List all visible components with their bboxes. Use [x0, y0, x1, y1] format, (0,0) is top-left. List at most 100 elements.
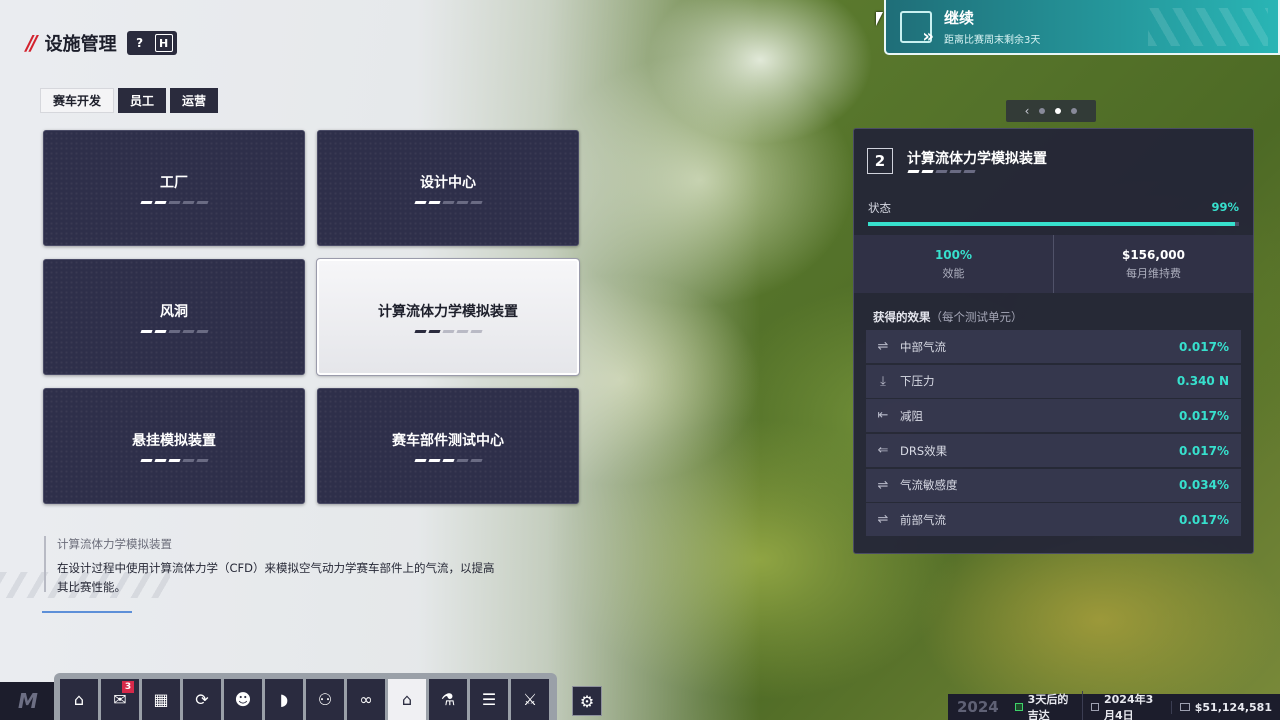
- help-button[interactable]: ?: [131, 34, 149, 52]
- continue-subtext: 距离比赛周末剩余3天: [944, 35, 1041, 46]
- dock-sponsor-button[interactable]: ⚔: [511, 679, 549, 720]
- facility-card[interactable]: 设计中心: [317, 130, 579, 246]
- mouse-cursor-icon: [876, 12, 883, 26]
- facility-card[interactable]: 悬挂模拟装置: [43, 388, 305, 504]
- level-pip-filled: [921, 170, 934, 173]
- level-pip-empty: [167, 201, 181, 204]
- status-progress-fill: [868, 222, 1236, 226]
- dock-scouting-button[interactable]: ∞: [347, 679, 385, 720]
- dock-track-button[interactable]: ⟳: [183, 679, 221, 720]
- current-date: 2024年3月4日: [1082, 691, 1171, 720]
- level-pip-empty: [441, 330, 455, 333]
- level-pip-filled: [413, 201, 427, 204]
- level-pip-filled: [139, 459, 153, 462]
- level-pip-empty: [963, 170, 976, 173]
- effects-list: ⇌ 中部气流 0.017% ⤓ 下压力 0.340 N ⇤ 减阻 0.017% ⇐ DRS效果 0.0…: [866, 330, 1241, 537]
- dock-home-button[interactable]: ⌂: [60, 679, 98, 720]
- category-tabs: 赛车开发 员工 运营: [40, 88, 219, 113]
- home-icon: ⌂: [73, 690, 85, 709]
- effects-heading: 获得的效果（每个测试单元）: [854, 309, 1253, 325]
- level-pip-empty: [469, 459, 483, 462]
- calendar-icon: ▦: [153, 690, 169, 709]
- pager-dot-3[interactable]: [1071, 108, 1078, 114]
- level-pip-filled: [153, 201, 167, 204]
- level-pip-empty: [181, 201, 195, 204]
- dock-driver-button[interactable]: ☻: [224, 679, 262, 720]
- facility-level-pips: [139, 201, 209, 204]
- level-pip-empty: [195, 201, 209, 204]
- facility-name: 设计中心: [420, 175, 476, 191]
- panel-pager: ‹: [1006, 100, 1096, 122]
- facility-card[interactable]: 赛车部件测试中心: [317, 388, 579, 504]
- effect-value: 0.017%: [1179, 408, 1229, 423]
- dock-finance-button[interactable]: ☰: [470, 679, 508, 720]
- continue-label: 继续: [944, 9, 975, 27]
- facility-name: 风洞: [160, 304, 188, 320]
- dock-mail-button[interactable]: ✉ 3: [101, 679, 139, 720]
- pager-prev-button[interactable]: ‹: [1025, 104, 1030, 118]
- dock-research-button[interactable]: ⚗: [429, 679, 467, 720]
- tab-operations[interactable]: 运营: [170, 88, 219, 113]
- level-pip-filled: [153, 459, 167, 462]
- panel-level-pips: [907, 170, 1253, 173]
- continue-arrows-decoration: [1148, 8, 1268, 46]
- level-pip-empty: [167, 330, 181, 333]
- facility-number-badge: 2: [867, 148, 893, 174]
- facility-level-pips: [139, 330, 209, 333]
- level-pip-empty: [181, 330, 195, 333]
- facility-name: 工厂: [160, 175, 188, 191]
- page-title: 设施管理: [44, 34, 117, 55]
- helmet-icon: ◗: [279, 690, 289, 709]
- efficiency-stat: 100% 效能: [854, 235, 1053, 293]
- level-pip-empty: [469, 201, 483, 204]
- description-underline: [42, 611, 132, 613]
- tab-car-development[interactable]: 赛车开发: [40, 88, 115, 113]
- effect-name: 中部气流: [900, 339, 946, 354]
- settings-button[interactable]: ⚙: [572, 686, 602, 716]
- team-balance-label: $51,124,581: [1194, 700, 1272, 714]
- page-header: // 设施管理 ? H: [26, 30, 177, 56]
- level-pip-empty: [935, 170, 948, 173]
- level-pip-filled: [167, 459, 181, 462]
- effect-row: ⇤ 减阻 0.017%: [866, 399, 1241, 433]
- effect-name: 下压力: [900, 374, 935, 389]
- header-keys: ? H: [126, 31, 177, 55]
- effect-row: ⇌ 中部气流 0.017%: [866, 330, 1241, 363]
- dock-facilities-button[interactable]: ⌂: [388, 679, 426, 720]
- pager-dot-2[interactable]: [1055, 108, 1062, 114]
- facility-card[interactable]: 风洞: [43, 259, 305, 375]
- effect-name: DRS效果: [900, 443, 948, 458]
- dock-calendar-button[interactable]: ▦: [142, 679, 180, 720]
- status-value: 99%: [1211, 200, 1239, 214]
- continue-button[interactable]: 继续 距离比赛周末剩余3天: [884, 0, 1280, 55]
- front-airflow-icon: ⇌: [877, 512, 889, 528]
- dock-staff-button[interactable]: ⚇: [306, 679, 344, 720]
- level-pip-empty: [455, 459, 469, 462]
- effect-value: 0.017%: [1179, 443, 1229, 458]
- team-balance: $51,124,581: [1170, 700, 1280, 714]
- effects-title: 获得的效果: [873, 310, 931, 324]
- effect-row: ⤓ 下压力 0.340 N: [866, 364, 1241, 398]
- facility-card[interactable]: 工厂: [43, 130, 305, 246]
- facilities-icon: ⌂: [401, 690, 413, 709]
- effect-value: 0.017%: [1179, 512, 1229, 527]
- game-logo: M: [0, 682, 56, 720]
- effect-value: 0.034%: [1179, 478, 1229, 493]
- facility-level-pips: [139, 459, 209, 462]
- mid-airflow-icon: ⇌: [877, 339, 889, 354]
- upkeep-stat: $156,000 每月维持费: [1053, 235, 1253, 293]
- facility-card[interactable]: 计算流体力学模拟装置: [316, 258, 580, 376]
- pager-dot-1[interactable]: [1039, 108, 1046, 114]
- dock-helmet-button[interactable]: ◗: [265, 679, 303, 720]
- next-event[interactable]: 3天后的吉达: [1007, 691, 1082, 720]
- description-text: 在设计过程中使用计算流体力学（CFD）来模拟空气动力学赛车部件上的气流，以提高 …: [44, 559, 514, 597]
- facility-name: 计算流体力学模拟装置: [378, 304, 518, 320]
- level-pip-empty: [949, 170, 962, 173]
- status-progress-bar: [868, 222, 1239, 226]
- finance-icon: ☰: [481, 690, 497, 709]
- hotkey-hint: H: [154, 34, 173, 52]
- money-icon: [1179, 703, 1190, 711]
- tab-staff[interactable]: 员工: [118, 88, 167, 113]
- facility-name: 赛车部件测试中心: [392, 433, 504, 449]
- navigation-dock: ⌂ ✉ 3 ▦ ⟳ ☻ ◗ ⚇ ∞ ⌂ ⚗ ☰ ⚔: [54, 673, 557, 720]
